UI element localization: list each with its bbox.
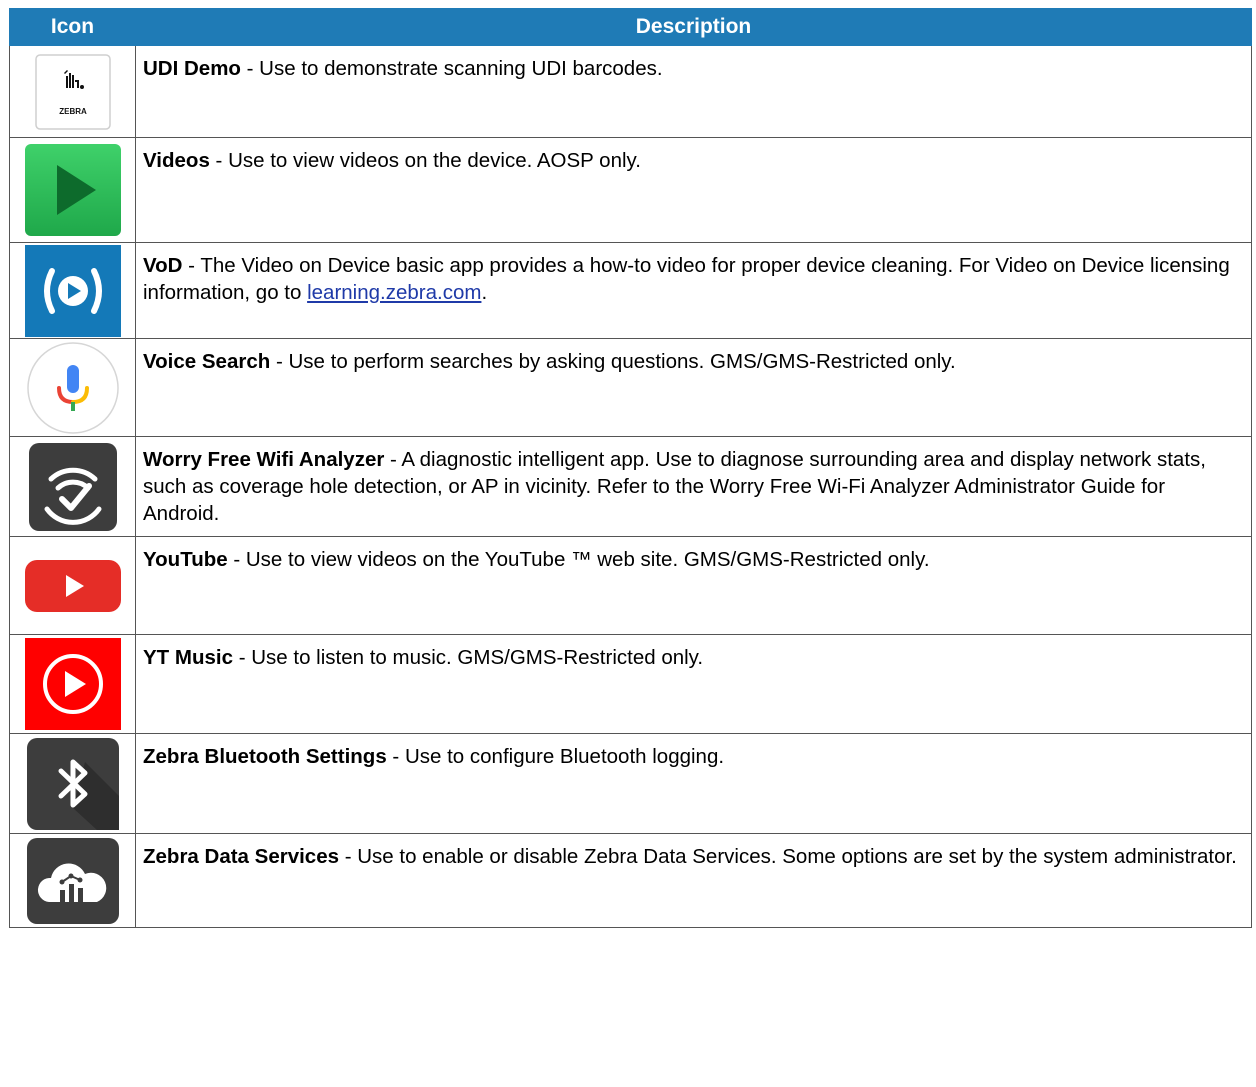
bluetooth-icon	[26, 737, 119, 830]
description-cell: YouTube - Use to view videos on the YouT…	[135, 536, 1252, 635]
header-icon: Icon	[9, 8, 136, 46]
icon-cell	[9, 242, 136, 339]
app-description: - Use to perform searches by asking ques…	[270, 350, 956, 373]
youtube-icon	[24, 559, 122, 613]
app-name: Zebra Bluetooth Settings	[143, 745, 387, 768]
cloud-chart-icon	[26, 837, 119, 924]
description-cell: YT Music - Use to listen to music. GMS/G…	[135, 634, 1252, 734]
app-name: Voice Search	[143, 350, 271, 373]
table-row: YouTube - Use to view videos on the YouT…	[9, 536, 1252, 635]
app-description: - Use to view videos on the device. AOSP…	[209, 149, 641, 172]
description-cell: Worry Free Wifi Analyzer - A diagnostic …	[135, 436, 1252, 537]
description-cell: Zebra Bluetooth Settings - Use to config…	[135, 733, 1252, 834]
app-description: - Use to listen to music. GMS/GMS-Restri…	[233, 646, 704, 669]
app-name: YT Music	[143, 646, 233, 669]
table-row: ZEBRA UDI Demo - Use to demonstrate scan…	[9, 45, 1252, 138]
icon-cell: ZEBRA	[9, 45, 136, 138]
icon-cell	[9, 733, 136, 834]
app-name: VoD	[143, 254, 183, 277]
app-name: YouTube	[143, 548, 228, 571]
app-name: Zebra Data Services	[143, 845, 340, 868]
table-row: VoD - The Video on Device basic app prov…	[9, 242, 1252, 339]
icon-cell	[9, 634, 136, 734]
app-name: Worry Free Wifi Analyzer	[143, 448, 385, 471]
zebra-wordmark: ZEBRA	[59, 107, 87, 116]
app-description-end: .	[481, 281, 488, 304]
zebra-udi-icon: ZEBRA	[34, 53, 111, 130]
icon-cell	[9, 436, 136, 537]
table-header-row: Icon Description	[9, 8, 1252, 46]
table-row: Worry Free Wifi Analyzer - A diagnostic …	[9, 436, 1252, 537]
app-name: UDI Demo	[143, 57, 241, 80]
icon-cell	[9, 338, 136, 437]
table-row: Voice Search - Use to perform searches b…	[9, 338, 1252, 437]
table-row: Videos - Use to view videos on the devic…	[9, 137, 1252, 243]
description-cell: VoD - The Video on Device basic app prov…	[135, 242, 1252, 339]
description-cell: Videos - Use to view videos on the devic…	[135, 137, 1252, 243]
learning-zebra-link[interactable]: learning.zebra.com	[307, 281, 481, 304]
app-description: - Use to view videos on the YouTube ™ we…	[227, 548, 930, 571]
microphone-icon	[26, 341, 120, 435]
app-table: Icon Description ZEBRA UDI Demo - Use to…	[9, 8, 1252, 928]
description-cell: Voice Search - Use to perform searches b…	[135, 338, 1252, 437]
icon-cell	[9, 137, 136, 243]
description-cell: Zebra Data Services - Use to enable or d…	[135, 833, 1252, 928]
app-description: - Use to demonstrate scanning UDI barcod…	[240, 57, 663, 80]
wifi-check-icon	[28, 442, 117, 531]
app-description: - Use to enable or disable Zebra Data Se…	[339, 845, 1237, 868]
description-cell: UDI Demo - Use to demonstrate scanning U…	[135, 45, 1252, 138]
app-description: - The Video on Device basic app provides…	[143, 254, 1230, 304]
vod-icon	[24, 244, 121, 337]
app-name: Videos	[143, 149, 210, 172]
icon-cell	[9, 536, 136, 635]
table-row: YT Music - Use to listen to music. GMS/G…	[9, 634, 1252, 734]
app-description: - Use to configure Bluetooth logging.	[386, 745, 725, 768]
icon-cell	[9, 833, 136, 928]
yt-music-icon	[24, 638, 121, 730]
table-row: Zebra Data Services - Use to enable or d…	[9, 833, 1252, 928]
header-description: Description	[135, 8, 1252, 46]
play-icon	[24, 143, 122, 237]
table-row: Zebra Bluetooth Settings - Use to config…	[9, 733, 1252, 834]
